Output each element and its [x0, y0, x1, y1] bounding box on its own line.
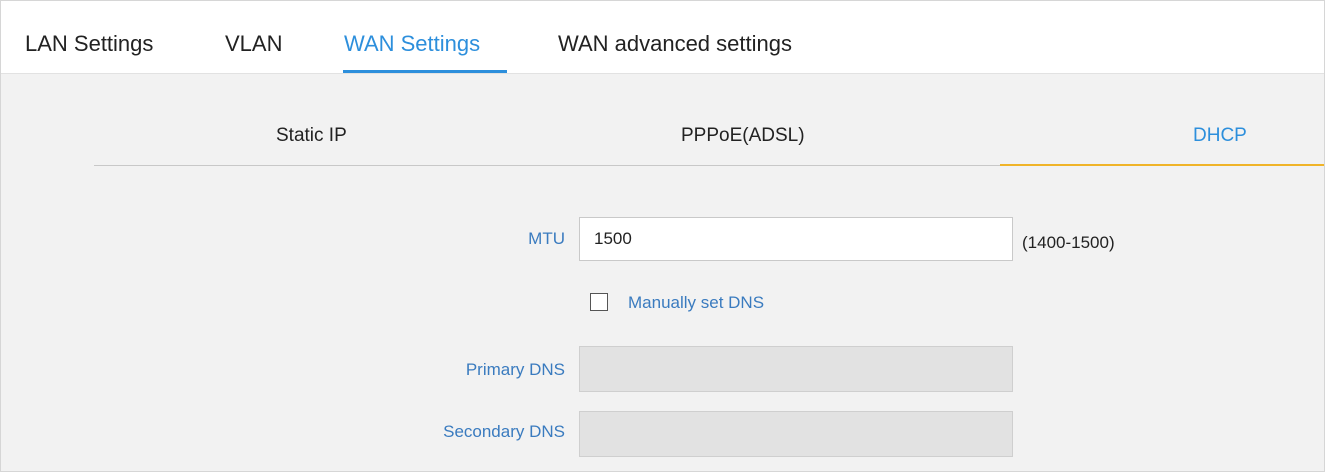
mtu-label: MTU: [528, 229, 565, 248]
top-tab-bar: LAN Settings VLAN WAN Settings WAN advan…: [1, 1, 1324, 74]
active-subtab-indicator: [1000, 164, 1324, 166]
connection-type-tabs: Static IP PPPoE(ADSL) DHCP: [94, 109, 1324, 167]
manual-dns-checkbox[interactable]: [590, 293, 608, 311]
mtu-input[interactable]: [579, 217, 1013, 261]
active-tab-indicator: [343, 70, 507, 73]
tab-lan-settings[interactable]: LAN Settings: [25, 31, 153, 57]
secondary-dns-input[interactable]: [579, 411, 1013, 457]
primary-dns-label: Primary DNS: [465, 360, 565, 379]
manual-dns-label[interactable]: Manually set DNS: [628, 293, 764, 313]
secondary-dns-label: Secondary DNS: [443, 422, 565, 441]
wan-settings-page: LAN Settings VLAN WAN Settings WAN advan…: [0, 0, 1325, 472]
subtab-static-ip[interactable]: Static IP: [276, 125, 347, 147]
mtu-range-hint: (1400-1500): [1022, 233, 1115, 252]
tab-wan-advanced-settings[interactable]: WAN advanced settings: [558, 31, 792, 57]
tab-wan-settings[interactable]: WAN Settings: [344, 31, 480, 57]
tab-vlan[interactable]: VLAN: [225, 31, 282, 57]
primary-dns-input[interactable]: [579, 346, 1013, 392]
subtab-pppoe[interactable]: PPPoE(ADSL): [681, 125, 805, 147]
subtab-dhcp[interactable]: DHCP: [1193, 125, 1247, 147]
